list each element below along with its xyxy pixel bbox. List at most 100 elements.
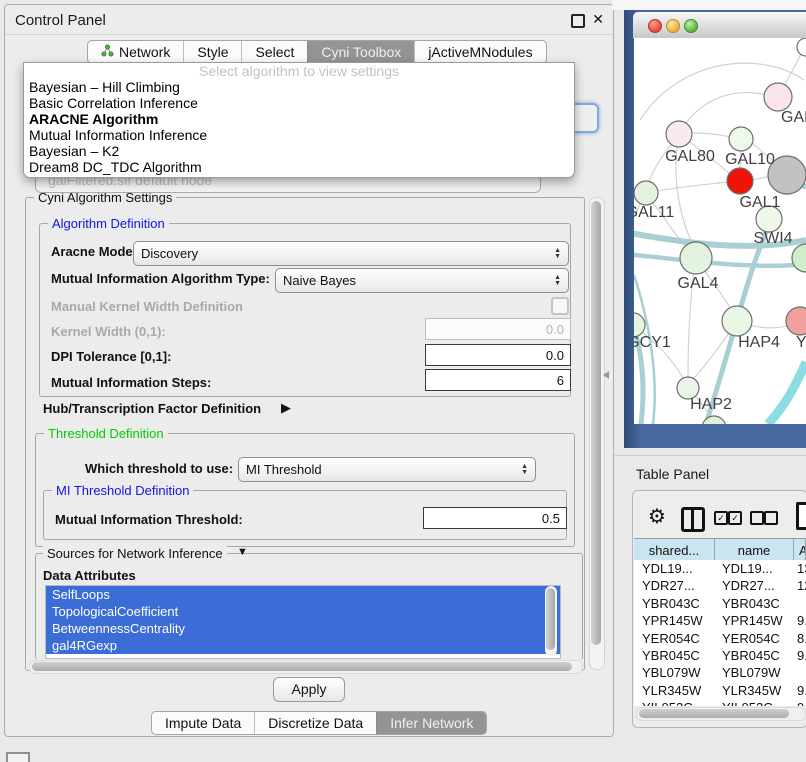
table-hscrollbar-thumb[interactable] [639,709,789,718]
mi-threshold-group-title: MI Threshold Definition [52,483,193,498]
unchecked-checkbox-icon[interactable] [764,511,778,525]
aracne-mode-label: Aracne Mode: [51,244,137,259]
column-view-icon[interactable] [681,507,705,532]
node[interactable] [797,38,806,56]
which-threshold-combo[interactable]: MI Threshold ▲▼ [238,457,536,482]
list-item[interactable]: SelfLoops [46,586,560,603]
node-label: GAL10 [725,151,775,168]
table-row[interactable]: YBL079WYBL079W [634,664,806,681]
edge-cyan [768,362,806,424]
mi-threshold-label: Mutual Information Threshold: [55,512,243,527]
tab-select[interactable]: Select [241,41,307,63]
tab-impute-data[interactable]: Impute Data [152,712,254,734]
algorithm-option-selected[interactable]: ARACNE Algorithm [24,111,574,127]
tab-infer-network-label: Infer Network [390,715,473,731]
column-header-name[interactable]: name [715,539,794,561]
node-y-partial[interactable] [786,307,806,335]
algorithm-option[interactable]: Basic Correlation Inference [24,95,574,111]
settings-scrollbar-thumb[interactable] [591,201,601,645]
table-row[interactable]: YER054CYER054C8. [634,630,806,647]
table-row[interactable]: YPR145WYPR145W9. [634,612,806,629]
apply-button[interactable]: Apply [273,677,345,702]
which-threshold-value: MI Threshold [246,462,521,477]
table-row[interactable]: YDR27...YDR27...12 [634,577,806,594]
settings-scrollbar[interactable] [589,197,605,670]
algorithm-option[interactable]: Mutual Information Inference [24,127,574,143]
table-row[interactable]: YBR043CYBR043C [634,595,806,612]
node-label: HAP2 [690,396,732,413]
gear-icon[interactable]: ⚙ [648,504,666,529]
edge [679,93,778,134]
tab-jactivemnodules-label: jActiveMNodules [428,44,532,60]
table-row[interactable]: YDL19...YDL19...13 [634,560,806,577]
algorithm-dropdown-placeholder: Select algorithm to view settings [24,63,574,79]
float-window-icon[interactable] [571,14,585,28]
checked-checkbox-icon[interactable]: ✓ [728,511,742,525]
tab-style[interactable]: Style [183,41,241,63]
list-item[interactable]: BetweennessCentrality [46,620,560,637]
network-window-titlebar[interactable] [633,12,806,39]
which-threshold-label: Which threshold to use: [85,461,233,476]
tab-cyni-toolbox[interactable]: Cyni Toolbox [307,41,414,63]
collapse-down-icon[interactable]: ▼ [237,546,248,558]
manual-kernel-label: Manual Kernel Width Definition [51,299,243,314]
tab-discretize-data[interactable]: Discretize Data [254,712,376,734]
document-icon[interactable] [796,502,806,530]
table-header: shared... name A [634,538,806,562]
node[interactable] [792,244,806,272]
manual-kernel-checkbox[interactable] [551,297,569,315]
node-gal4[interactable] [680,242,712,274]
hub-section-label[interactable]: Hub/Transcription Factor Definition [43,401,261,416]
close-traffic-light-icon[interactable] [648,19,662,33]
unchecked-checkbox-icon[interactable] [750,511,764,525]
node-gal-partial[interactable] [764,83,792,111]
table-row[interactable]: YLR345WYLR345W9. [634,682,806,699]
tab-network[interactable]: Network [88,41,183,63]
list-scrollbar[interactable] [545,586,557,656]
dpi-tolerance-field[interactable]: 0.0 [425,344,571,366]
collapse-right-icon[interactable]: ▶ [281,400,291,416]
minimized-panel-icon[interactable] [6,752,30,762]
kernel-width-field[interactable]: 0.0 [425,318,571,340]
settings-hscrollbar[interactable] [29,660,583,674]
node-gal11[interactable] [634,181,658,205]
list-scrollbar-thumb[interactable] [546,588,555,650]
data-attributes-label: Data Attributes [43,568,136,583]
settings-hscrollbar-thumb[interactable] [32,662,572,671]
node-label: SWI4 [753,230,792,247]
mi-threshold-field[interactable]: 0.5 [423,507,567,529]
network-canvas[interactable]: GAL GAL80 GAL10 GAL1 GAL11 SWI4 GAL4 GCY… [634,38,806,424]
mi-type-combo[interactable]: Naive Bayes ▲▼ [275,268,569,293]
tab-jactivemnodules[interactable]: jActiveMNodules [414,41,545,63]
algorithm-option[interactable]: Bayesian – Hill Climbing [24,79,574,95]
mi-steps-field[interactable]: 6 [425,369,571,391]
node-label-group: GAL GAL80 GAL10 GAL1 GAL11 SWI4 GAL4 GCY… [634,109,806,413]
column-header-partial[interactable]: A [794,539,806,561]
table-hscrollbar[interactable] [636,707,806,721]
edge-thick [634,254,806,266]
aracne-mode-combo[interactable]: Discovery ▲▼ [133,241,569,266]
list-item[interactable]: TopologicalCoefficient [46,603,560,620]
minimize-traffic-light-icon[interactable] [666,19,680,33]
node-gal1[interactable] [727,168,753,194]
app-root: Control Panel ✕ Network Style [0,0,806,762]
column-header-shared[interactable]: shared... [634,539,715,561]
list-item[interactable]: gal4RGexp [46,637,560,654]
sources-title[interactable]: Sources for Network Inference [43,546,227,561]
table-row[interactable]: YIL052CYIL052C9. [634,699,806,706]
node-gal80[interactable] [666,121,692,147]
zoom-traffic-light-icon[interactable] [684,19,698,33]
algorithm-option[interactable]: Bayesian – K2 [24,143,574,159]
mi-type-value: Naive Bayes [283,273,554,288]
node-label: HAP4 [738,334,780,351]
aracne-mode-value: Discovery [141,246,554,261]
checked-checkbox-icon[interactable]: ✓ [714,511,728,525]
table-row[interactable]: YBR045CYBR045C9. [634,647,806,664]
close-icon[interactable]: ✕ [592,11,604,28]
tab-infer-network[interactable]: Infer Network [376,712,486,734]
node-gal10[interactable] [729,127,753,151]
split-divider-handle[interactable] [603,371,609,379]
network-icon [101,44,114,60]
node-hap4[interactable] [722,306,752,336]
algorithm-option[interactable]: Dream8 DC_TDC Algorithm [24,159,574,175]
